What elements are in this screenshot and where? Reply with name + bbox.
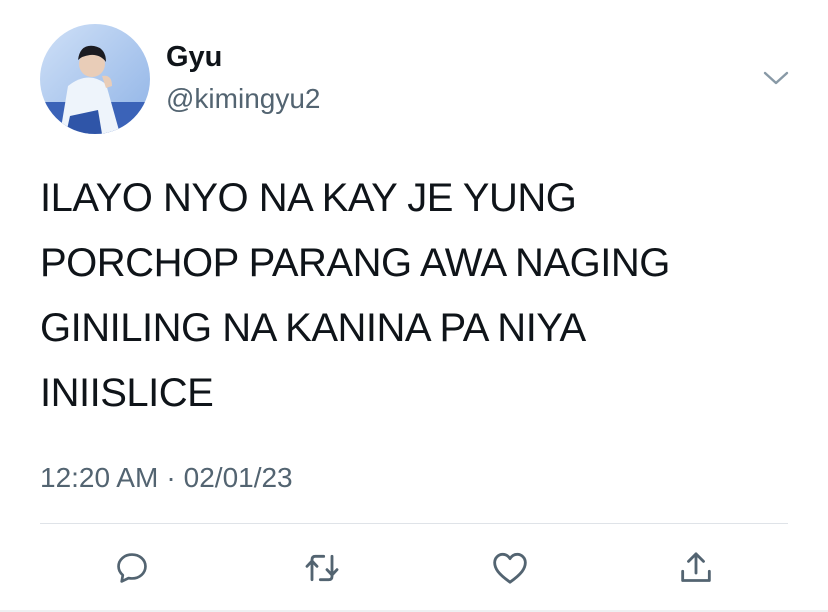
tweet-timestamp[interactable]: 12:20 AM · 02/01/23 (40, 458, 293, 498)
heart-icon (493, 552, 527, 584)
tweet-text: ILAYO NYO NA KAY JE YUNG PORCHOP PARANG … (40, 176, 670, 415)
share-button[interactable] (674, 546, 718, 590)
share-icon (681, 552, 711, 582)
tweet-card: Gyu @kimingyu2 ILAYO NYO NA KAY JE YUNG … (0, 0, 828, 612)
avatar[interactable] (40, 24, 150, 134)
reply-button[interactable] (110, 546, 154, 590)
chevron-down-icon[interactable] (762, 68, 790, 88)
divider (40, 523, 788, 524)
display-name[interactable]: Gyu (166, 40, 222, 74)
tweet-time: 12:20 AM (40, 462, 159, 493)
user-handle[interactable]: @kimingyu2 (166, 82, 320, 116)
like-button[interactable] (488, 546, 532, 590)
retweet-button[interactable] (300, 546, 344, 590)
reply-icon (117, 553, 147, 583)
meta-separator: · (166, 462, 176, 493)
tweet-date: 02/01/23 (183, 462, 293, 493)
retweet-icon (305, 554, 339, 582)
